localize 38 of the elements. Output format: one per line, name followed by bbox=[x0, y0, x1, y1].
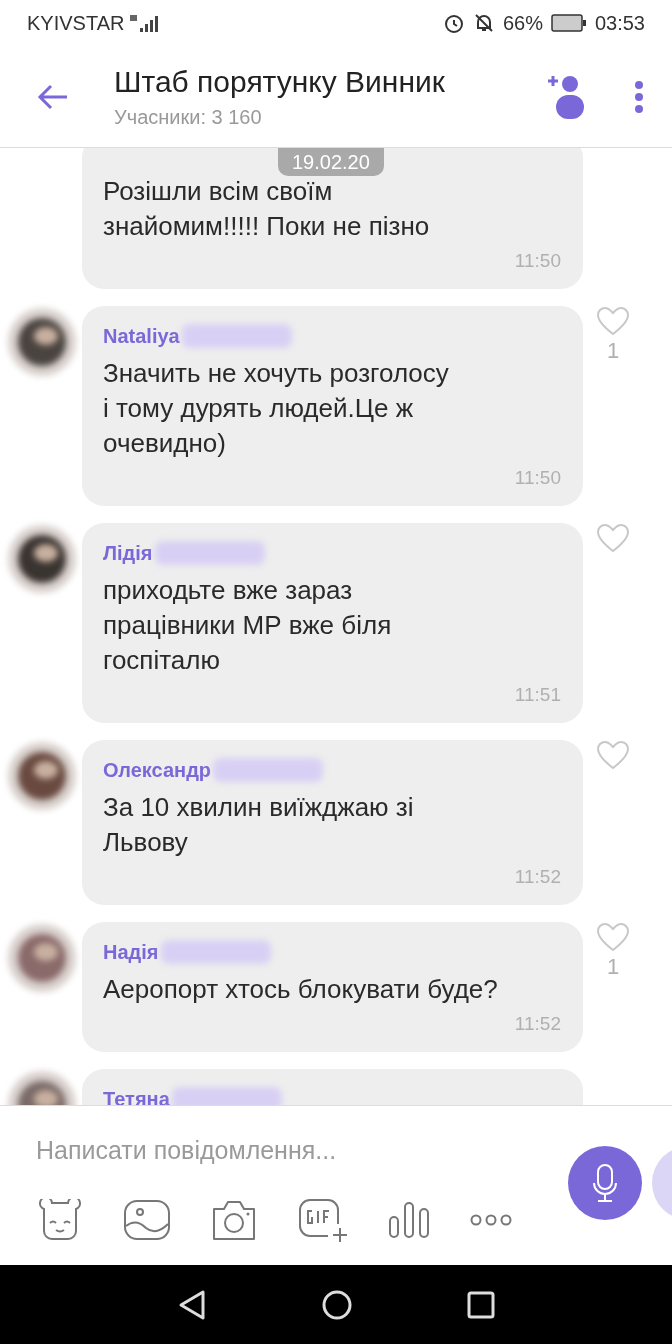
message-text: Розішли всім своїм знайомим!!!!! Поки не пізно bbox=[103, 175, 431, 243]
member-count: Учасники: 3 160 bbox=[114, 104, 263, 130]
message-text: Значить не хочуть розголосу і тому дурять людей.Це ж очевидно) bbox=[103, 357, 450, 460]
message-time: 11:50 bbox=[514, 249, 561, 273]
gallery-icon[interactable] bbox=[124, 1200, 170, 1240]
like-count: 1 bbox=[606, 337, 620, 365]
message-time: 11:50 bbox=[514, 466, 561, 490]
recents-nav-icon[interactable] bbox=[467, 1290, 495, 1319]
more-options-icon[interactable] bbox=[470, 1214, 512, 1226]
sender-name: Надія bbox=[103, 940, 159, 965]
message-text: За 10 хвилин виїжджаю зі Львову bbox=[103, 791, 415, 859]
sender-name: Лідія bbox=[103, 541, 153, 566]
back-nav-icon[interactable] bbox=[177, 1288, 207, 1321]
message-text: Аеропорт хтось блокувати буде? bbox=[103, 973, 499, 1006]
clock: 03:53 bbox=[594, 11, 645, 36]
more-icon[interactable] bbox=[634, 79, 644, 114]
battery-percent: 66% bbox=[502, 11, 543, 36]
microphone-icon bbox=[592, 1163, 618, 1203]
chat-title: Штаб порятунку Винник bbox=[114, 63, 446, 100]
message-text: приходьте вже зараз працівники МР вже біля госпіталю bbox=[103, 574, 393, 677]
alarm-icon bbox=[442, 12, 465, 34]
gif-icon[interactable] bbox=[298, 1198, 348, 1242]
message-time: 11:51 bbox=[514, 683, 561, 707]
message-time: 11:52 bbox=[514, 865, 561, 889]
like-count: 1 bbox=[606, 953, 620, 981]
sticker-icon[interactable] bbox=[36, 1199, 84, 1241]
home-nav-icon[interactable] bbox=[321, 1288, 353, 1321]
poll-icon[interactable] bbox=[388, 1201, 430, 1239]
sender-name: Nataliya bbox=[103, 324, 180, 349]
date-badge: 19.02.20 bbox=[278, 148, 384, 176]
battery-icon bbox=[550, 14, 587, 32]
bell-off-icon bbox=[472, 12, 495, 34]
message-field[interactable]: Написати повідомлення... bbox=[36, 1130, 516, 1170]
message-time: 11:52 bbox=[514, 1012, 561, 1036]
sender-name: Олександр bbox=[103, 758, 212, 783]
camera-icon[interactable] bbox=[210, 1199, 258, 1241]
back-arrow-icon bbox=[37, 82, 69, 111]
carrier-name: KYIVSTAR bbox=[27, 11, 125, 36]
